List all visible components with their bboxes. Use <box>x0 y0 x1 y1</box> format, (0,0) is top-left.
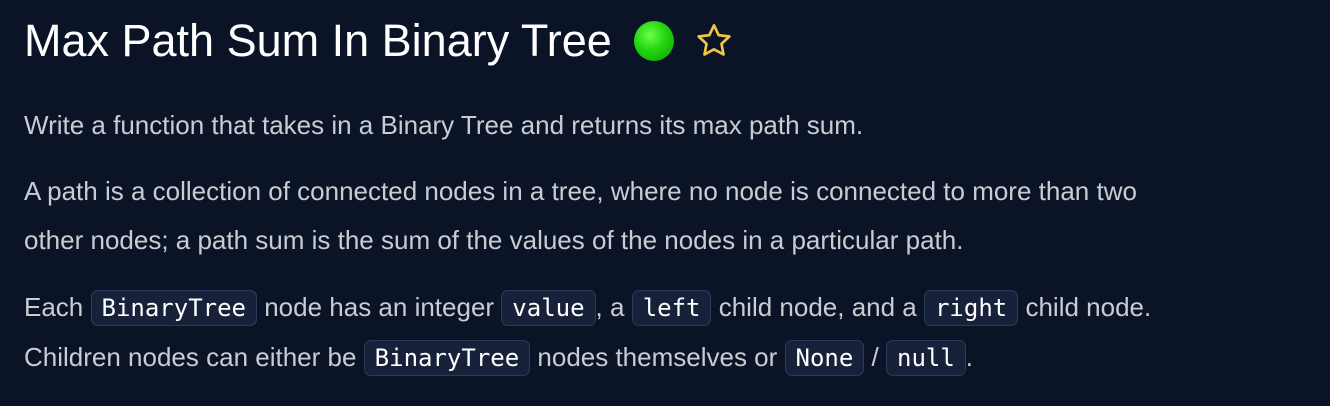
inline-code: right <box>923 290 1019 326</box>
description-text: child node, and a <box>711 292 924 322</box>
description-text: Write a function that takes in a Binary … <box>24 110 864 140</box>
inline-code: value <box>501 290 596 326</box>
inline-code: None <box>784 340 865 376</box>
description-text: nodes themselves or <box>530 342 785 372</box>
description-paragraph-2: A path is a collection of connected node… <box>24 167 1306 265</box>
star-icon <box>697 24 731 56</box>
description-text: A path is a collection of connected node… <box>24 176 1137 206</box>
inline-code: BinaryTree <box>90 290 257 326</box>
question-title: Max Path Sum In Binary Tree <box>24 15 612 66</box>
inline-code: null <box>886 340 966 376</box>
favorite-star-button[interactable] <box>692 19 736 63</box>
description-paragraph-3: Each BinaryTree node has an integer valu… <box>24 283 1306 383</box>
description-text: child node. <box>1018 292 1152 322</box>
description-text: Children nodes can either be <box>24 342 364 372</box>
description-text: / <box>864 342 886 372</box>
difficulty-status-icon <box>633 21 674 61</box>
description-text: , a <box>595 292 632 322</box>
description-text: other nodes; a path sum is the sum of th… <box>24 225 964 255</box>
description-text: . <box>965 342 974 372</box>
description-paragraph-1: Write a function that takes in a Binary … <box>24 101 1306 150</box>
question-page: Max Path Sum In Binary Tree Write a func… <box>0 0 1330 406</box>
inline-code: left <box>631 290 712 326</box>
description-text: node has an integer <box>257 292 502 322</box>
description-text: Each <box>24 292 91 322</box>
title-row: Max Path Sum In Binary Tree <box>24 12 736 70</box>
inline-code: BinaryTree <box>363 340 531 376</box>
